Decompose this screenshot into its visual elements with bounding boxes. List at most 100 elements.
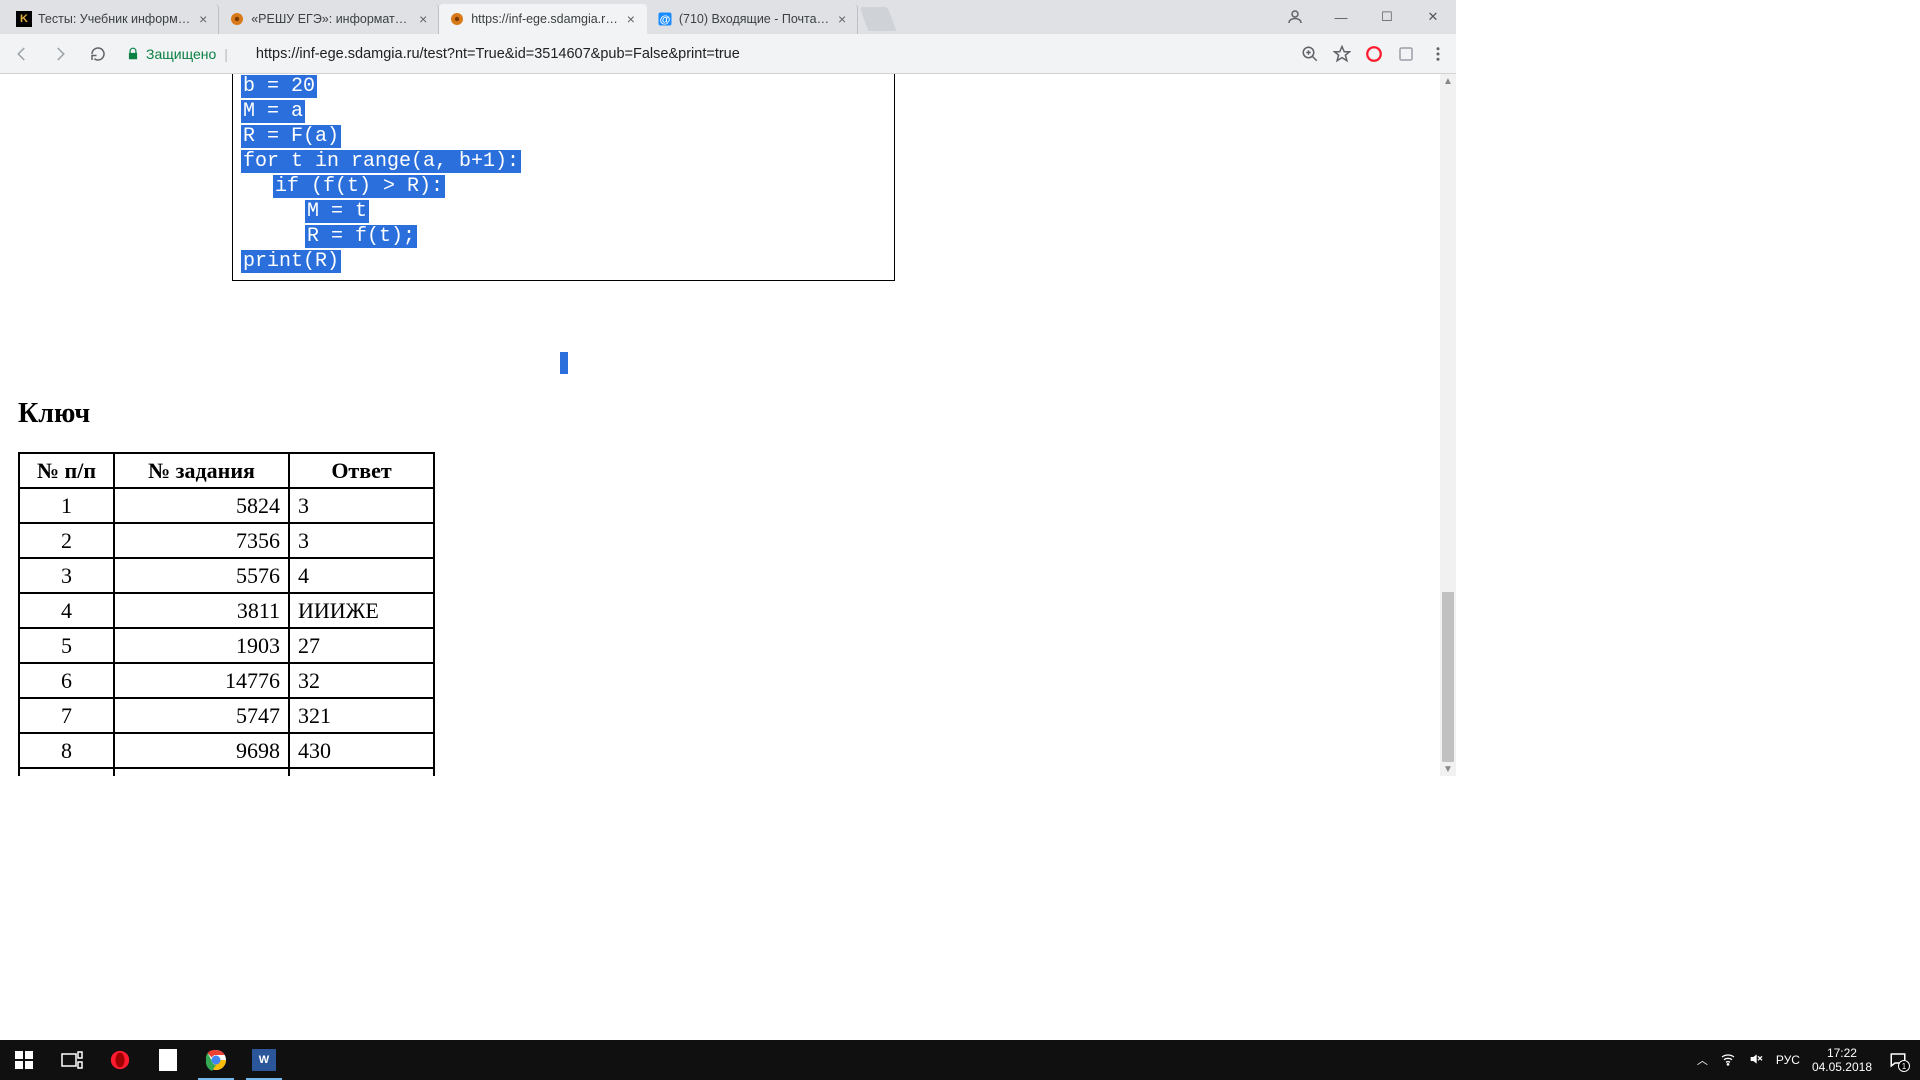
code-block-frame: b = 20 M = a R = F(a) for t in range(a, … [232, 74, 895, 281]
cell-index: 8 [19, 733, 114, 768]
start-button[interactable] [0, 1040, 48, 1080]
clock-date: 04.05.2018 [1812, 1060, 1872, 1074]
page-viewport: b = 20 M = a R = F(a) for t in range(a, … [0, 74, 1456, 776]
favicon-sdamgia [449, 11, 465, 27]
col-header-task: № задания [114, 453, 289, 488]
cell-answer: 27 [289, 628, 434, 663]
table-row: 75747321 [19, 698, 434, 733]
cell-task: 9654 [114, 768, 289, 776]
secure-indicator[interactable]: Защищено | [126, 46, 236, 62]
volume-muted-icon[interactable] [1748, 1051, 1764, 1070]
cell-answer: 3 [289, 488, 434, 523]
menu-icon[interactable] [1428, 44, 1448, 64]
window-close-button[interactable]: ✕ [1410, 2, 1456, 32]
svg-text:@: @ [659, 14, 670, 26]
tab-label: https://inf-ege.sdamgia.r… [471, 12, 618, 26]
col-header-index: № п/п [19, 453, 114, 488]
tab-1[interactable]: «РЕШУ ЕГЭ»: информати… × [219, 4, 439, 34]
cell-index: 4 [19, 593, 114, 628]
cell-answer: 3 [289, 523, 434, 558]
address-bar[interactable] [252, 41, 1290, 67]
favicon-sdamgia [229, 11, 245, 27]
cell-task: 14776 [114, 663, 289, 698]
taskbar-clock[interactable]: 17:22 04.05.2018 [1812, 1046, 1872, 1074]
code-line: M = a [241, 99, 894, 124]
secure-label: Защищено [146, 46, 216, 62]
action-center-icon[interactable]: 1 [1884, 1046, 1912, 1074]
cell-task: 5576 [114, 558, 289, 593]
wifi-icon[interactable] [1720, 1051, 1736, 1070]
table-row: 273563 [19, 523, 434, 558]
task-view-button[interactable] [48, 1040, 96, 1080]
table-row: 89698430 [19, 733, 434, 768]
cell-index: 2 [19, 523, 114, 558]
table-row: 5190327 [19, 628, 434, 663]
tab-0[interactable]: K Тесты: Учебник информ… × [6, 4, 219, 34]
separator: | [224, 46, 228, 62]
close-tab-icon[interactable]: × [835, 12, 849, 26]
code-line: b = 20 [241, 74, 894, 99]
keyboard-language[interactable]: РУС [1776, 1053, 1800, 1067]
tab-label: Тесты: Учебник информ… [38, 12, 190, 26]
new-tab-button[interactable] [860, 7, 897, 31]
clock-time: 17:22 [1812, 1046, 1872, 1060]
table-row: 158243 [19, 488, 434, 523]
code-line: M = t [241, 199, 894, 224]
close-tab-icon[interactable]: × [624, 12, 638, 26]
cell-task: 5824 [114, 488, 289, 523]
cell-index: 5 [19, 628, 114, 663]
extension-icon[interactable] [1396, 44, 1416, 64]
tab-label: (710) Входящие - Почта… [679, 12, 829, 26]
tray-chevron-icon[interactable]: ︿ [1697, 1052, 1708, 1068]
zoom-icon[interactable] [1300, 44, 1320, 64]
cell-task: 9698 [114, 733, 289, 768]
cell-answer: 321 [289, 698, 434, 733]
cell-index: 9 [19, 768, 114, 776]
taskbar-app-opera[interactable] [96, 1040, 144, 1080]
close-tab-icon[interactable]: × [196, 12, 210, 26]
cell-answer: 430 [289, 733, 434, 768]
cell-task: 3811 [114, 593, 289, 628]
windows-taskbar: W ︿ РУС 17:22 04.05.2018 1 [0, 1040, 1920, 1080]
vertical-scrollbar[interactable]: ▲ ▼ [1440, 74, 1456, 776]
profile-avatar-icon[interactable] [1272, 2, 1318, 32]
scrollbar-thumb[interactable] [1442, 592, 1454, 762]
taskbar-app-word[interactable]: W [240, 1040, 288, 1080]
window-minimize-button[interactable]: — [1318, 2, 1364, 32]
close-tab-icon[interactable]: × [416, 12, 430, 26]
scroll-down-icon[interactable]: ▼ [1440, 762, 1456, 776]
taskbar-app-chrome[interactable] [192, 1040, 240, 1080]
table-row: 43811ИИИЖЕ [19, 593, 434, 628]
table-row: 355764 [19, 558, 434, 593]
table-row: 9965419 [19, 768, 434, 776]
cell-task: 7356 [114, 523, 289, 558]
tab-label: «РЕШУ ЕГЭ»: информати… [251, 12, 410, 26]
forward-button[interactable] [46, 40, 74, 68]
cell-index: 3 [19, 558, 114, 593]
cell-answer: 19 [289, 768, 434, 776]
code-line: R = F(a) [241, 124, 894, 149]
tab-2[interactable]: https://inf-ege.sdamgia.r… × [439, 4, 647, 34]
code-line: R = f(t); [241, 224, 894, 249]
back-button[interactable] [8, 40, 36, 68]
cell-answer: 4 [289, 558, 434, 593]
tab-3[interactable]: @ (710) Входящие - Почта… × [647, 4, 858, 34]
taskbar-app-file[interactable] [144, 1040, 192, 1080]
code-line: for t in range(a, b+1): [241, 149, 894, 174]
cell-index: 1 [19, 488, 114, 523]
code-line: if (f(t) > R): [241, 174, 894, 199]
text-caret [560, 352, 568, 374]
scroll-up-icon[interactable]: ▲ [1440, 74, 1456, 88]
opera-extension-icon[interactable] [1364, 44, 1384, 64]
table-row: 61477632 [19, 663, 434, 698]
section-heading-key: Ключ [18, 398, 90, 430]
reload-button[interactable] [84, 40, 112, 68]
system-tray: ︿ РУС 17:22 04.05.2018 1 [1697, 1046, 1920, 1074]
window-maximize-button[interactable]: ☐ [1364, 2, 1410, 32]
browser-toolbar: Защищено | [0, 34, 1456, 74]
browser-titlebar: K Тесты: Учебник информ… × «РЕШУ ЕГЭ»: и… [0, 0, 1456, 34]
bookmark-star-icon[interactable] [1332, 44, 1352, 64]
cell-task: 5747 [114, 698, 289, 733]
cell-answer: 32 [289, 663, 434, 698]
cell-index: 7 [19, 698, 114, 733]
